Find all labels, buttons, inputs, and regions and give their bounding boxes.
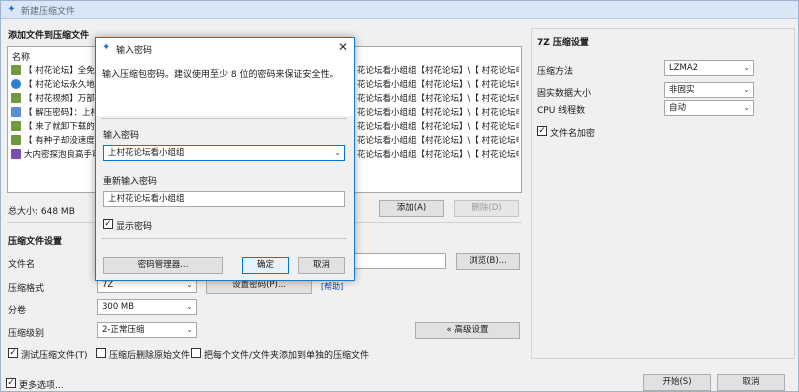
solid-size-label: 固实数据大小 [537, 89, 592, 99]
each-file-label[interactable]: 把每个文件/文件夹添加到单独的压缩文件 [204, 348, 369, 361]
password-input-value: 上村花论坛看小组组 [108, 148, 185, 158]
test-archive-checkbox[interactable]: ✓ [8, 348, 18, 358]
file-name: 【 解压密码】：上村 [24, 108, 99, 118]
delete-source-label[interactable]: 压缩后删除原始文件 [109, 348, 190, 361]
password-manager-button[interactable]: 密码管理器... [103, 257, 223, 274]
window-titlebar: ✦ 新建压缩文件 [1, 1, 798, 19]
password-input[interactable]: 上村花论坛看小组组 ⌄ [103, 145, 345, 161]
dialog-titlebar: ✦ 输入密码 ✕ [96, 38, 354, 58]
filename-label: 文件名 [8, 260, 36, 270]
file-name: 【 来了就卸下载的你 [24, 122, 104, 132]
dialog-separator [101, 238, 347, 239]
file-icon [11, 121, 21, 131]
seven-z-settings-panel: 7Z 压缩设置 压缩方法 LZMA2 ⌄ 固实数据大小 非固实 ⌄ CPU 线程… [531, 28, 795, 359]
level-select-value: 2-正常压缩 [102, 325, 145, 335]
file-icon [11, 135, 21, 145]
cpu-threads-select[interactable]: 自动 ⌄ [664, 100, 754, 116]
file-path: 花论坛看小组组【村花论坛】\【 村花论坛申请和资源说明】\【 村花论坛 [357, 80, 519, 90]
file-name: 【 有种子却没速度？ [24, 136, 104, 146]
dialog-title: 输入密码 [116, 46, 153, 56]
split-select-value: 300 MB [102, 302, 135, 312]
file-path: 花论坛看小组组【村花论坛】\【 村花论坛申请和资源说明】\【 来了就 [357, 122, 519, 132]
more-options-label[interactable]: 更多选项... [19, 378, 64, 391]
delete-button[interactable]: 删除(D) [454, 200, 519, 217]
method-select[interactable]: LZMA2 ⌄ [664, 60, 754, 76]
file-path: 花论坛看小组组【村花论坛】\【 村花论坛申请和资源说明】\【 村花论坛 [357, 66, 519, 76]
confirm-password-label: 重新输入密码 [103, 177, 158, 187]
encrypt-filenames-label[interactable]: 文件名加密 [550, 126, 595, 139]
password-label: 输入密码 [103, 131, 140, 141]
chevron-down-icon: ⌄ [743, 103, 750, 112]
add-button[interactable]: 添加(A) [379, 200, 444, 217]
solid-size-select[interactable]: 非固实 ⌄ [664, 82, 754, 98]
list-header-name[interactable]: 名称 [12, 50, 30, 63]
dialog-cancel-button[interactable]: 取消 [298, 257, 345, 274]
window-title: 新建压缩文件 [21, 7, 76, 17]
dialog-description: 输入压缩包密码。建议使用至少 8 位的密码来保证安全性。 [102, 70, 339, 80]
file-path: 花论坛看小组组【村花论坛】\【 村花论坛申请和资源说明】\【 村花视 [357, 94, 519, 104]
total-size-label: 总大小: 648 MB [8, 207, 75, 217]
app-icon: ✦ [102, 42, 111, 53]
level-select[interactable]: 2-正常压缩 ⌄ [97, 322, 197, 338]
file-icon [11, 65, 21, 75]
dialog-separator [101, 118, 347, 119]
file-name: 【 村花视频】万部种 [24, 94, 104, 104]
level-label: 压缩级别 [8, 329, 45, 339]
chevron-down-icon: ⌄ [186, 302, 193, 311]
file-name: 大内密探泡良高手审 [24, 150, 101, 160]
add-files-section-title: 添加文件到压缩文件 [8, 31, 90, 41]
show-password-checkbox[interactable]: ✓ [103, 219, 113, 229]
file-path: 花论坛看小组组【村花论坛】\【 村花论坛申请和资源说明】\【 解压密 [357, 108, 519, 118]
file-icon [11, 93, 21, 103]
ok-button[interactable]: 确定 [242, 257, 289, 274]
advanced-settings-button[interactable]: « 高级设置 [415, 322, 520, 339]
app-icon: ✦ [7, 4, 16, 15]
encrypt-filenames-checkbox[interactable]: ✓ [537, 126, 547, 136]
file-name: 【 村花论坛永久地址 [24, 80, 104, 90]
test-archive-label[interactable]: 测试压缩文件(T) [21, 348, 88, 361]
password-dialog: ✦ 输入密码 ✕ 输入压缩包密码。建议使用至少 8 位的密码来保证安全性。 输入… [95, 37, 355, 281]
format-select-value: 7Z [102, 280, 114, 290]
globe-icon [11, 79, 21, 89]
file-path: 花论坛看小组组【村花论坛】\【 村花论坛申请和资源说明】\大内密探 [357, 150, 519, 160]
method-label: 压缩方法 [537, 67, 574, 77]
file-icon [11, 149, 21, 159]
seven-z-section-title: 7Z 压缩设置 [537, 38, 589, 48]
dialog-description-area: 输入压缩包密码。建议使用至少 8 位的密码来保证安全性。 [96, 58, 354, 116]
file-icon [11, 107, 21, 117]
start-button[interactable]: 开始(S) [643, 374, 711, 391]
file-path: 花论坛看小组组【村花论坛】\【 村花论坛申请和资源说明】\【 有种子 [357, 136, 519, 146]
chevron-down-icon: ⌄ [743, 63, 750, 72]
confirm-password-input[interactable]: 上村花论坛看小组组 [103, 191, 345, 207]
file-name: 【 村花论坛】全免费 [24, 66, 104, 76]
more-options-checkbox[interactable]: ✓ [6, 378, 16, 388]
each-file-checkbox[interactable] [191, 348, 201, 358]
format-label: 压缩格式 [8, 284, 45, 294]
chevron-down-icon[interactable]: ⌄ [334, 146, 341, 160]
cpu-threads-label: CPU 线程数 [537, 106, 586, 116]
solid-size-select-value: 非固实 [669, 85, 695, 95]
browse-button[interactable]: 浏览(B)... [456, 253, 520, 270]
close-icon[interactable]: ✕ [338, 40, 348, 54]
chevron-down-icon: ⌄ [186, 325, 193, 334]
cpu-threads-select-value: 自动 [669, 103, 687, 113]
archive-settings-section-title: 压缩文件设置 [8, 237, 63, 247]
split-label: 分卷 [8, 306, 27, 316]
show-password-label[interactable]: 显示密码 [116, 219, 152, 232]
cancel-button[interactable]: 取消 [717, 374, 785, 391]
method-select-value: LZMA2 [669, 63, 699, 73]
help-link[interactable]: [帮助] [321, 281, 343, 292]
chevron-down-icon: ⌄ [743, 85, 750, 94]
split-select[interactable]: 300 MB ⌄ [97, 299, 197, 315]
delete-source-checkbox[interactable] [96, 348, 106, 358]
